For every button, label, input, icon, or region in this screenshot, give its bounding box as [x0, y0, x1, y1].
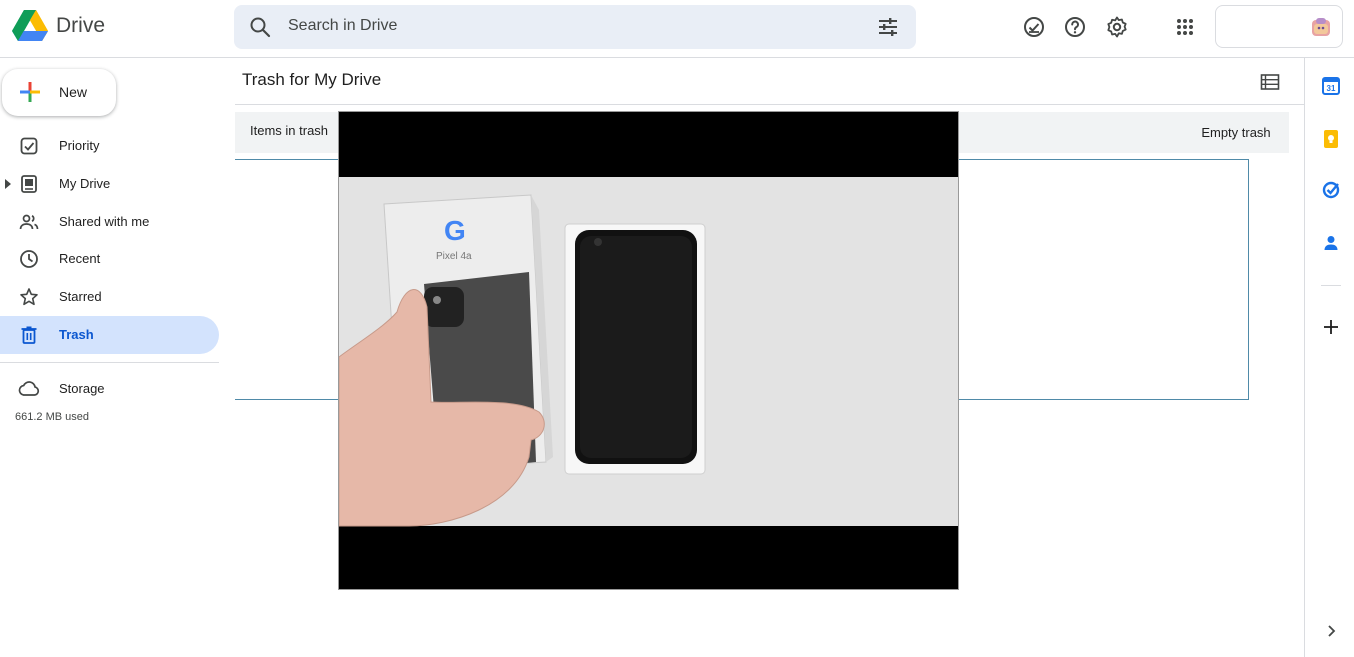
trash-info-text: Items in trash	[250, 123, 329, 138]
drive-logo-icon[interactable]	[12, 10, 48, 42]
plus-icon	[20, 82, 40, 102]
sidebar-item-label: Storage	[59, 381, 105, 396]
sidebar-item-label: Shared with me	[59, 214, 150, 229]
sidebar-item-starred[interactable]: Starred	[0, 278, 219, 316]
side-panel-divider	[1321, 285, 1341, 286]
box-logo: G	[444, 215, 466, 246]
expand-caret-icon[interactable]	[4, 179, 12, 189]
sidebar-item-label: Starred	[59, 289, 102, 304]
storage-usage-text: 661.2 MB used	[15, 411, 89, 423]
search-icon[interactable]	[248, 15, 272, 39]
search-input[interactable]	[288, 12, 848, 40]
search-options-icon[interactable]	[876, 15, 900, 39]
apps-grid-icon[interactable]	[1173, 15, 1197, 39]
sidebar-item-trash[interactable]: Trash	[0, 316, 219, 354]
video-player[interactable]: G Pixel 4a	[338, 111, 959, 590]
star-icon	[20, 288, 38, 306]
sidebar-item-priority[interactable]: Priority	[0, 127, 219, 165]
sidebar-item-label: My Drive	[59, 176, 111, 191]
sidebar-item-my-drive[interactable]: My Drive	[0, 165, 219, 203]
svg-text:31: 31	[1327, 84, 1336, 93]
tasks-icon[interactable]	[1321, 180, 1341, 200]
box-product-name: Pixel 4a	[436, 251, 472, 262]
sidebar-item-recent[interactable]: Recent	[0, 240, 219, 278]
title-divider	[235, 104, 1304, 105]
settings-gear-icon[interactable]	[1105, 15, 1129, 39]
clock-icon	[20, 250, 38, 268]
sidebar-item-storage[interactable]: Storage	[0, 370, 219, 408]
trash-icon	[21, 326, 37, 344]
chevron-right-icon[interactable]	[1321, 621, 1341, 641]
video-frame: G Pixel 4a	[339, 112, 958, 589]
calendar-icon[interactable]: 31	[1321, 76, 1341, 96]
ready-for-offline-icon[interactable]	[1022, 15, 1046, 39]
sidebar-item-label: Trash	[59, 327, 94, 342]
new-button-label: New	[59, 84, 88, 100]
list-view-icon[interactable]	[1260, 72, 1280, 92]
sidebar-item-shared-with-me[interactable]: Shared with me	[0, 203, 219, 241]
new-button[interactable]: New	[2, 69, 116, 116]
shared-icon	[19, 214, 39, 230]
cloud-icon	[18, 381, 40, 396]
sidebar-item-label: Recent	[59, 251, 101, 266]
empty-trash-button[interactable]: Empty trash	[1188, 118, 1284, 146]
help-icon[interactable]	[1063, 15, 1087, 39]
sidebar-divider	[0, 362, 219, 363]
add-addon-plus-icon[interactable]	[1321, 317, 1341, 337]
app-name: Drive	[56, 14, 106, 37]
priority-icon	[20, 137, 38, 155]
page-title: Trash for My Drive	[242, 70, 382, 89]
contacts-icon[interactable]	[1321, 233, 1341, 253]
avatar[interactable]	[1309, 15, 1333, 39]
sidebar-item-label: Priority	[59, 138, 100, 153]
keep-icon[interactable]	[1321, 129, 1341, 149]
my-drive-icon	[21, 175, 37, 193]
